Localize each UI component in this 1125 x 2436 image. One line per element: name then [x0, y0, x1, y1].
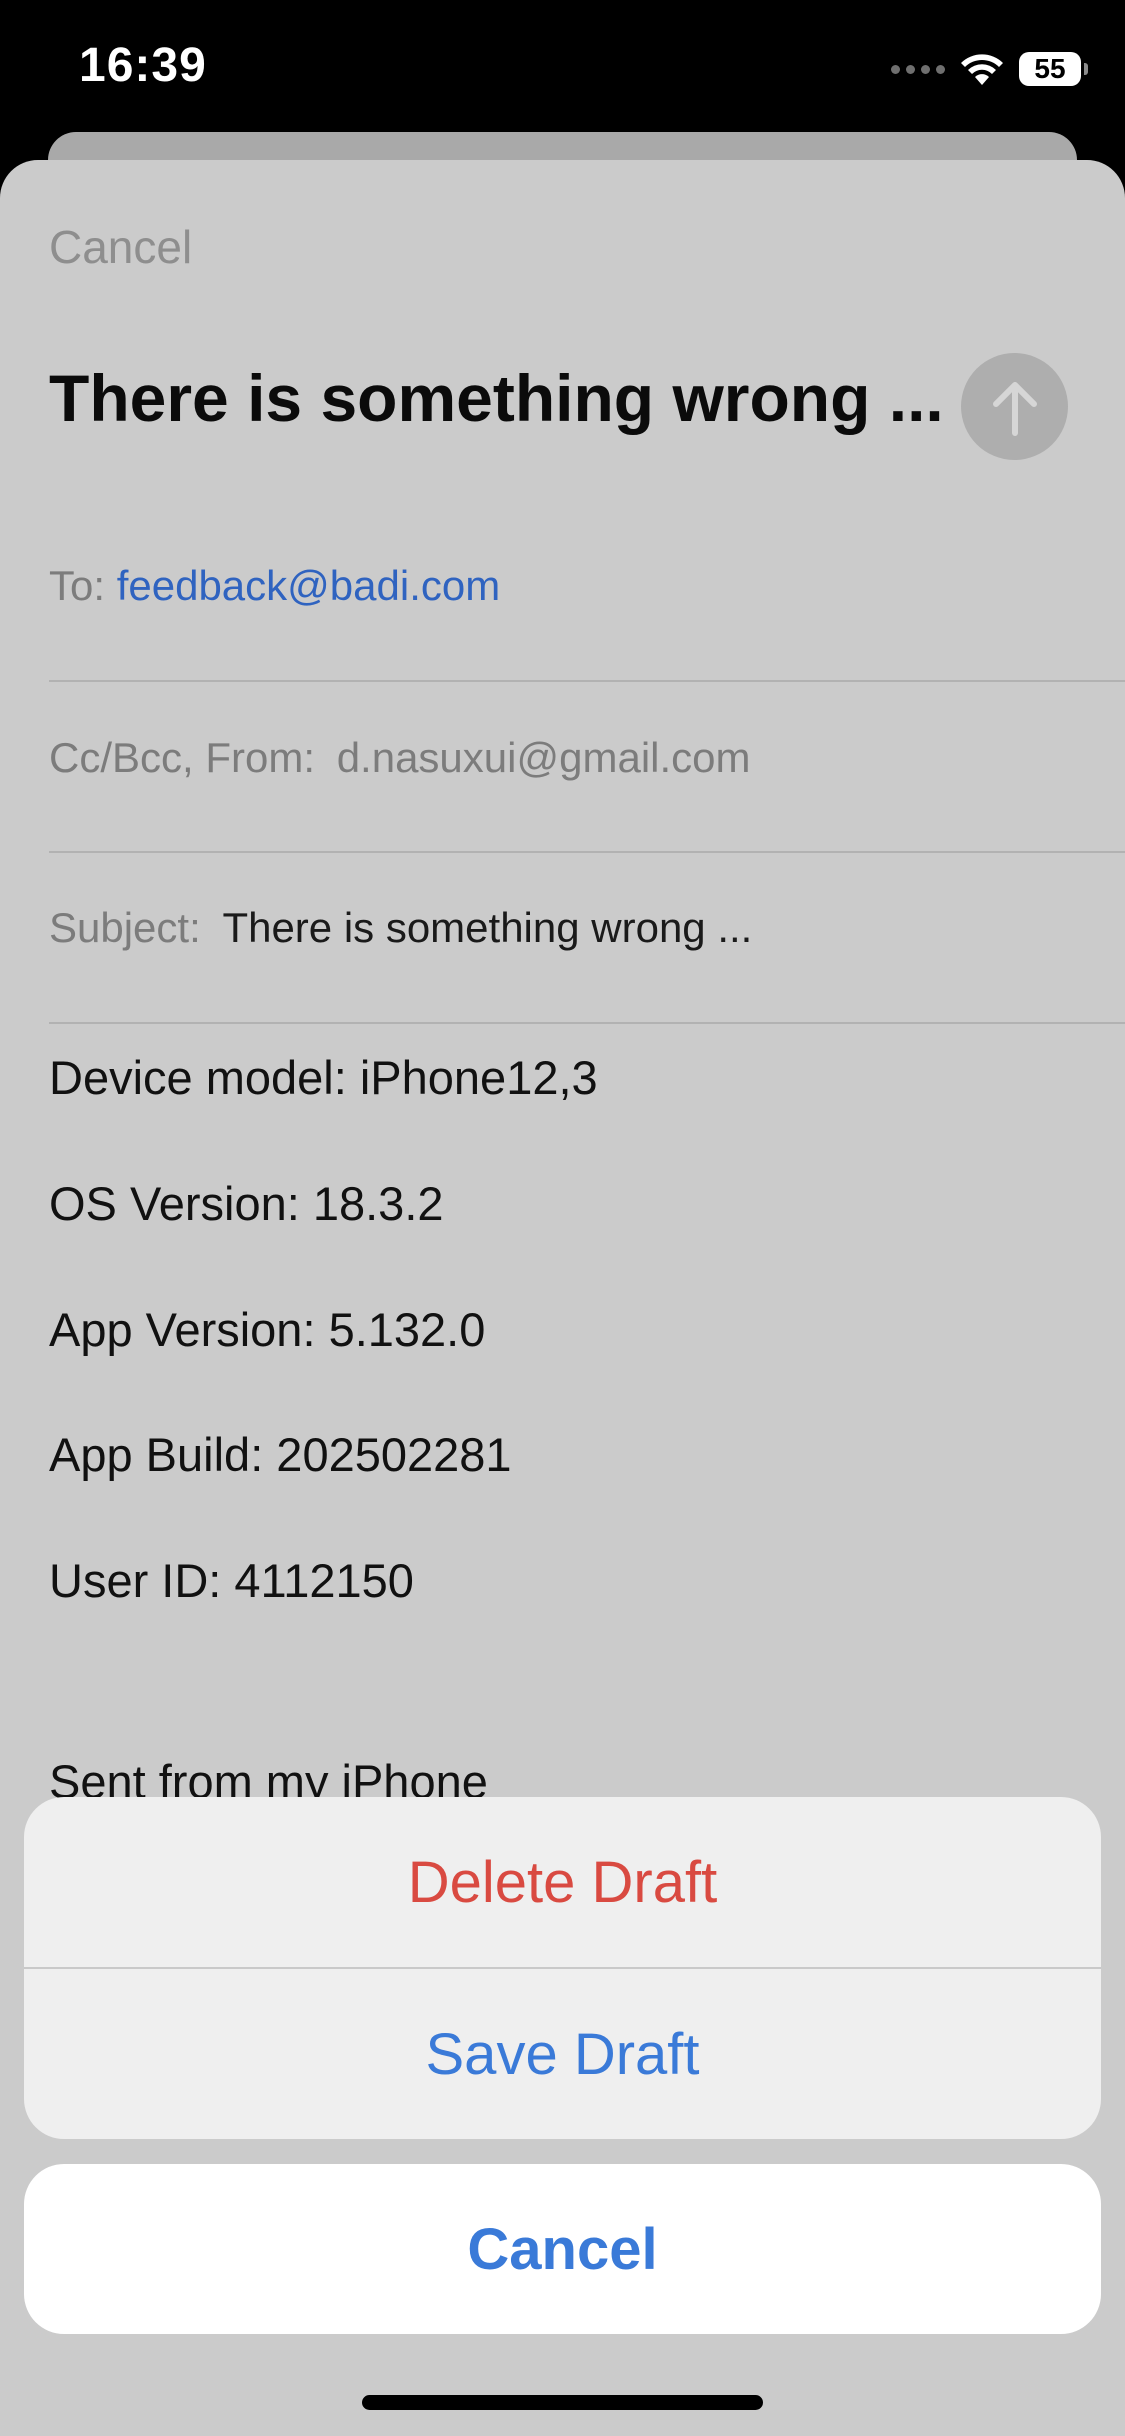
- status-time: 16:39: [79, 39, 207, 92]
- body-line-user-id: User ID: 4112150: [49, 1554, 414, 1607]
- body-line-device-model: Device model: iPhone12,3: [49, 1051, 598, 1104]
- compose-title: There is something wrong ...: [49, 361, 944, 435]
- arrow-up-icon: [992, 381, 1037, 436]
- divider: [49, 851, 1125, 853]
- wifi-icon: [961, 54, 1003, 85]
- subject-field[interactable]: Subject: There is something wrong ...: [49, 904, 1125, 952]
- divider: [49, 1022, 1125, 1024]
- to-recipient[interactable]: feedback@badi.com: [117, 562, 501, 609]
- delete-draft-button[interactable]: Delete Draft: [24, 1797, 1101, 1967]
- body-line-app-build: App Build: 202502281: [49, 1428, 512, 1481]
- to-field[interactable]: To: feedback@badi.com: [49, 562, 1125, 610]
- battery-icon: 55: [1019, 52, 1088, 86]
- signal-dots-icon: [891, 64, 945, 74]
- save-draft-button[interactable]: Save Draft: [24, 1969, 1101, 2139]
- send-button[interactable]: [961, 353, 1068, 460]
- action-sheet-group: Delete Draft Save Draft: [24, 1797, 1101, 2139]
- home-indicator[interactable]: [362, 2395, 763, 2410]
- ccbcc-label: Cc/Bcc, From:: [49, 734, 316, 781]
- subject-value[interactable]: There is something wrong ...: [222, 904, 752, 951]
- body-line-app-version: App Version: 5.132.0: [49, 1303, 486, 1356]
- to-label: To:: [49, 562, 106, 609]
- body-line-os-version: OS Version: 18.3.2: [49, 1177, 444, 1230]
- subject-label: Subject:: [49, 904, 201, 951]
- screen: 16:39 55 Cancel There is something wrong…: [0, 0, 1125, 2436]
- status-bar: 16:39 55: [0, 0, 1125, 140]
- battery-level: 55: [1034, 53, 1066, 84]
- action-sheet-cancel-button[interactable]: Cancel: [24, 2164, 1101, 2334]
- status-icons: 55: [891, 44, 1088, 94]
- ccbcc-from-field[interactable]: Cc/Bcc, From: d.nasuxui@gmail.com: [49, 734, 1125, 782]
- divider: [49, 680, 1125, 682]
- from-address: d.nasuxui@gmail.com: [336, 734, 751, 781]
- compose-cancel-button[interactable]: Cancel: [49, 220, 192, 274]
